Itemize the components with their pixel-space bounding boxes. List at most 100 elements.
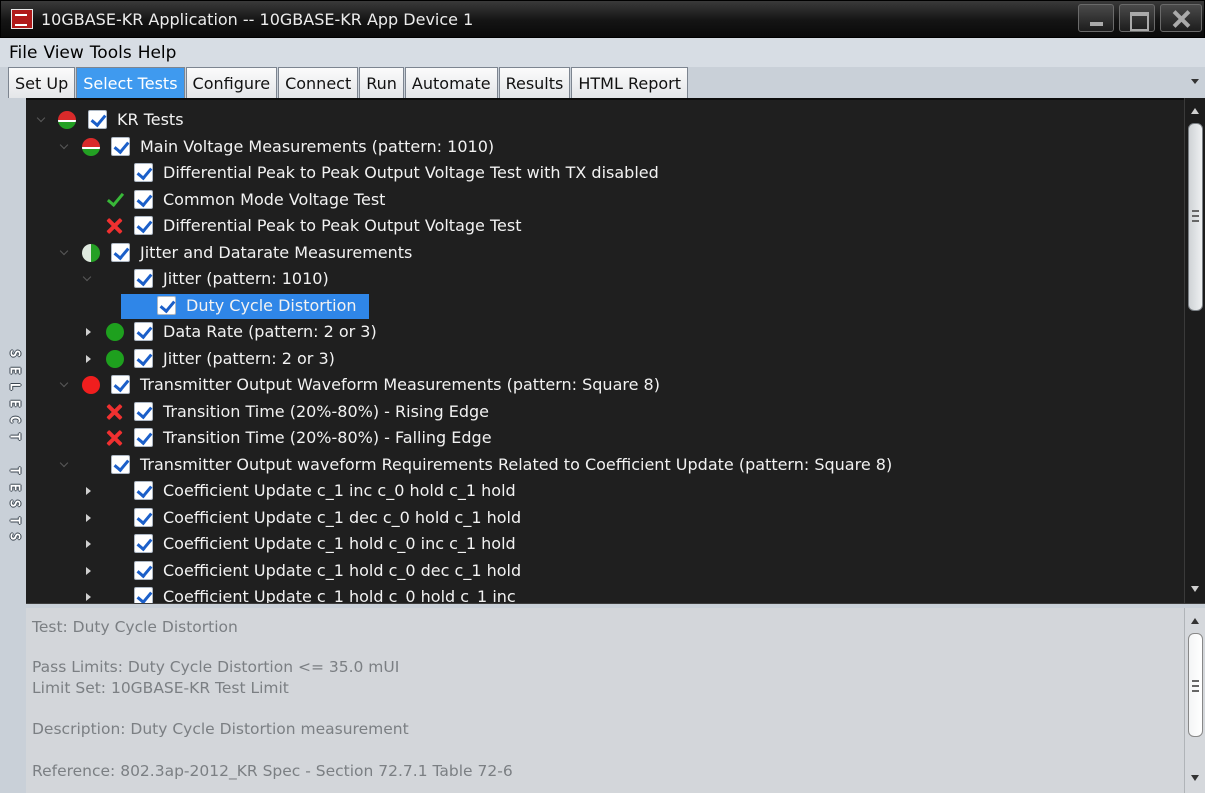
- test-checkbox[interactable]: [134, 507, 153, 527]
- info-description: Description: Duty Cycle Distortion measu…: [32, 720, 409, 738]
- expand-arrow-icon[interactable]: [86, 487, 91, 495]
- close-button[interactable]: [1160, 4, 1202, 32]
- collapse-arrow-icon[interactable]: [82, 272, 92, 282]
- tree-item-label[interactable]: Transmitter Output waveform Requirements…: [140, 455, 892, 474]
- test-checkbox[interactable]: [134, 269, 153, 288]
- test-checkbox[interactable]: [111, 242, 130, 262]
- pass-check-icon: [106, 191, 124, 209]
- tree-item-label[interactable]: Transition Time (20%-80%) - Rising Edge: [163, 402, 489, 421]
- test-checkbox[interactable]: [134, 534, 153, 553]
- test-checkbox[interactable]: [134, 189, 153, 209]
- tree-item-label[interactable]: Common Mode Voltage Test: [163, 190, 385, 209]
- tab-connect[interactable]: Connect: [278, 67, 359, 98]
- scroll-down-arrow-icon[interactable]: [1191, 586, 1199, 592]
- test-checkbox[interactable]: [111, 375, 130, 394]
- test-checkbox[interactable]: [111, 136, 130, 156]
- side-label-letter: E: [6, 366, 22, 374]
- pass-status-icon: [106, 323, 124, 341]
- collapse-arrow-icon[interactable]: [59, 246, 69, 255]
- side-label-letter: S: [6, 349, 22, 358]
- tab-automate[interactable]: Automate: [404, 67, 498, 98]
- maximize-button[interactable]: [1119, 4, 1155, 32]
- side-label-letter: E: [6, 483, 22, 491]
- partial-status-icon: [82, 243, 100, 262]
- tree-item-label[interactable]: Coefficient Update c_1 hold c_0 dec c_1 …: [163, 561, 521, 580]
- collapse-arrow-icon[interactable]: [59, 140, 69, 149]
- side-label-letter: T: [6, 432, 22, 440]
- tab-select-tests[interactable]: Select Tests: [76, 67, 185, 98]
- fail-cross-icon: [106, 217, 124, 235]
- tab-overflow-arrow-icon[interactable]: [1191, 79, 1199, 84]
- test-checkbox[interactable]: [157, 295, 176, 315]
- tree-item-label[interactable]: Transmitter Output Waveform Measurements…: [140, 375, 660, 394]
- side-label-letter: S: [6, 532, 22, 541]
- info-scrollbar[interactable]: [1184, 608, 1205, 793]
- test-checkbox[interactable]: [134, 348, 153, 368]
- tab-configure[interactable]: Configure: [185, 67, 278, 98]
- tree-item-label[interactable]: Main Voltage Measurements (pattern: 1010…: [140, 137, 494, 156]
- scroll-up-arrow-icon[interactable]: [1191, 108, 1199, 114]
- test-checkbox[interactable]: [134, 216, 153, 235]
- expand-arrow-icon[interactable]: [86, 513, 91, 522]
- tree-item-label[interactable]: Jitter (pattern: 2 or 3): [163, 349, 335, 368]
- menu-view[interactable]: View: [43, 43, 83, 63]
- tree-item-label[interactable]: Coefficient Update c_1 dec c_0 hold c_1 …: [163, 508, 521, 527]
- tab-bar: Set Up Select Tests Configure Connect Ru…: [0, 67, 1205, 98]
- test-checkbox[interactable]: [134, 560, 153, 580]
- info-test: Test: Duty Cycle Distortion: [32, 618, 238, 636]
- tree-item-label[interactable]: KR Tests: [117, 110, 184, 129]
- minimize-button[interactable]: [1078, 4, 1114, 32]
- test-checkbox[interactable]: [134, 163, 153, 182]
- test-checkbox[interactable]: [134, 481, 153, 500]
- expand-arrow-icon[interactable]: [86, 593, 91, 601]
- menu-file[interactable]: File: [9, 43, 37, 63]
- tree-item-label[interactable]: Duty Cycle Distortion: [186, 296, 357, 315]
- tree-scroll-thumb[interactable]: [1188, 123, 1203, 311]
- tree-item-label[interactable]: Differential Peak to Peak Output Voltage…: [163, 216, 521, 235]
- side-label-letter: C: [6, 415, 22, 424]
- collapse-arrow-icon[interactable]: [59, 458, 69, 467]
- menu-tools[interactable]: Tools: [90, 43, 132, 63]
- info-scroll-down-arrow-icon[interactable]: [1191, 775, 1199, 781]
- test-checkbox[interactable]: [134, 587, 153, 603]
- test-checkbox[interactable]: [134, 428, 153, 447]
- tab-set-up[interactable]: Set Up: [8, 67, 76, 98]
- tree-item-label[interactable]: Data Rate (pattern: 2 or 3): [163, 322, 377, 341]
- tree-item-label[interactable]: Jitter (pattern: 1010): [163, 269, 329, 288]
- test-info-panel: Test: Duty Cycle Distortion Pass Limits:…: [26, 608, 1184, 793]
- mixed-status-icon: [82, 137, 100, 156]
- expand-arrow-icon[interactable]: [86, 354, 91, 363]
- tree-item-label[interactable]: Transition Time (20%-80%) - Falling Edge: [163, 428, 492, 447]
- tab-html-report[interactable]: HTML Report: [571, 67, 689, 98]
- tab-results[interactable]: Results: [498, 67, 571, 98]
- info-reference: Reference: 802.3ap-2012_KR Spec - Sectio…: [32, 762, 513, 780]
- test-checkbox[interactable]: [134, 401, 153, 421]
- test-checkbox[interactable]: [88, 110, 107, 129]
- tree-item-label[interactable]: Coefficient Update c_1 hold c_0 inc c_1 …: [163, 534, 516, 553]
- side-label-letter: T: [6, 466, 22, 475]
- test-checkbox[interactable]: [111, 454, 130, 474]
- test-checkbox[interactable]: [134, 322, 153, 341]
- fail-cross-icon: [106, 403, 124, 421]
- tree-scrollbar[interactable]: [1184, 98, 1205, 603]
- info-pass-limits: Pass Limits: Duty Cycle Distortion <= 35…: [32, 658, 400, 676]
- tree-item-label[interactable]: Differential Peak to Peak Output Voltage…: [163, 163, 659, 182]
- menu-bar: File View Tools Help: [0, 38, 1205, 67]
- expand-arrow-icon[interactable]: [86, 540, 91, 548]
- info-scroll-up-arrow-icon[interactable]: [1191, 618, 1199, 624]
- tree-item-label[interactable]: Jitter and Datarate Measurements: [140, 243, 412, 262]
- collapse-arrow-icon[interactable]: [36, 113, 46, 123]
- expand-arrow-icon[interactable]: [86, 566, 91, 575]
- tree-item-label[interactable]: Coefficient Update c_1 inc c_0 hold c_1 …: [163, 481, 516, 500]
- tab-run[interactable]: Run: [359, 67, 404, 98]
- info-scroll-thumb[interactable]: [1188, 633, 1203, 737]
- info-limit-set: Limit Set: 10GBASE-KR Test Limit: [32, 679, 289, 697]
- expand-arrow-icon[interactable]: [86, 328, 91, 336]
- mixed-status-icon: [58, 111, 76, 129]
- side-label-letter: L: [6, 382, 22, 391]
- collapse-arrow-icon[interactable]: [59, 378, 69, 388]
- menu-help[interactable]: Help: [138, 43, 177, 63]
- side-label-letter: E: [6, 399, 22, 407]
- side-label: SELECTTESTS: [0, 98, 26, 603]
- tree-item-label[interactable]: Coefficient Update c_1 hold c_0 hold c_1…: [163, 587, 516, 603]
